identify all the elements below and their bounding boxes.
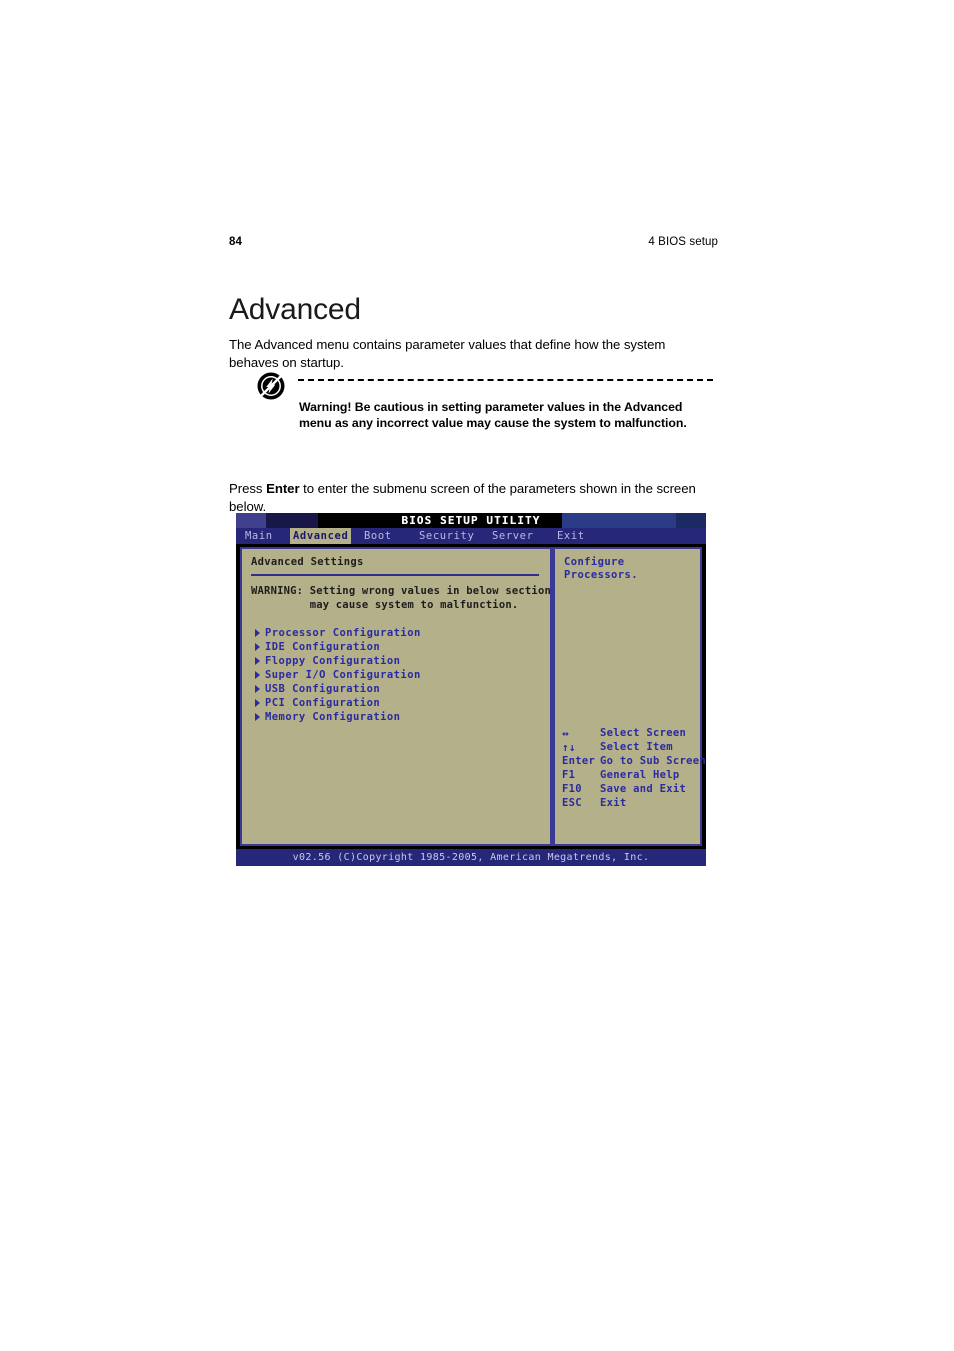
menu-item-label: Processor Configuration [265,626,421,639]
bios-warning-line-2: may cause system to malfunction. [251,598,519,611]
page-number: 84 [229,236,242,248]
press-enter-paragraph: Press Enter to enter the submenu screen … [229,480,707,515]
bios-title-bar: BIOS SETUP UTILITY [236,513,706,528]
bios-setup-screenshot: BIOS SETUP UTILITY Main Advanced Boot Se… [236,513,706,866]
menu-item-ide-configuration[interactable]: IDE Configuration [255,640,543,654]
tab-boot[interactable]: Boot [361,528,395,544]
bios-copyright-bar: v02.56 (C)Copyright 1985-2005, American … [236,849,706,866]
key-legend: ↔ Select Screen ↑↓ Select Item Enter Go … [562,726,706,810]
page-header: 84 4 BIOS setup [229,236,718,248]
key-up-down-arrows: ↑↓ [562,740,576,754]
menu-item-label: Memory Configuration [265,710,401,723]
key-f10: F10 [562,783,582,795]
section-divider [251,574,539,576]
menu-item-label: USB Configuration [265,682,381,695]
key-legend-row: Enter Go to Sub Screen [562,754,706,768]
key-enter: Enter [562,755,596,767]
key-legend-row: F1 General Help [562,768,698,782]
menu-item-label: Floppy Configuration [265,654,401,667]
bios-settings-pane: Advanced Settings WARNING: Setting wrong… [240,547,558,846]
bios-body: Advanced Settings WARNING: Setting wrong… [236,544,706,849]
menu-item-label: IDE Configuration [265,640,381,653]
chevron-right-icon [255,712,260,721]
bios-help-pane: Configure Processors. ↔ Select Screen ↑↓… [552,547,706,846]
tab-security[interactable]: Security [416,528,477,544]
tab-advanced[interactable]: Advanced [290,528,352,544]
section-heading: Advanced Settings [251,556,364,568]
bios-menu-bar: Main Advanced Boot Security Server Exit [236,528,706,544]
key-esc: ESC [562,797,582,809]
menu-item-memory-configuration[interactable]: Memory Configuration [255,710,543,724]
tab-exit[interactable]: Exit [554,528,588,544]
menu-item-label: Super I/O Configuration [265,668,421,681]
intro-paragraph: The Advanced menu contains parameter val… [229,337,666,370]
chevron-right-icon [255,642,260,651]
key-description: Select Screen [600,727,687,739]
menu-item-pci-configuration[interactable]: PCI Configuration [255,696,543,710]
menu-item-label: PCI Configuration [265,696,381,709]
menu-item-usb-configuration[interactable]: USB Configuration [255,682,543,696]
tab-main[interactable]: Main [242,528,276,544]
key-left-right-arrows: ↔ [562,726,569,740]
key-description: Exit [600,797,627,809]
chapter-label: 4 BIOS setup [648,236,718,248]
warning-text: Warning! Be cautious in setting paramete… [299,400,687,431]
chevron-right-icon [255,656,260,665]
key-description: General Help [600,769,680,781]
warning-dashed-rule [298,379,713,381]
enter-key-emphasis: Enter [266,481,300,497]
bios-panes: Advanced Settings WARNING: Setting wrong… [240,547,706,846]
chevron-right-icon [255,684,260,693]
press-enter-after: to enter the submenu screen of the param… [229,481,696,514]
key-description: Go to Sub Screen [600,755,706,767]
key-legend-row: F10 Save and Exit [562,782,698,796]
key-legend-row: ↔ Select Screen [562,726,698,740]
configuration-submenu-list: Processor Configuration IDE Configuratio… [255,626,543,724]
menu-item-processor-configuration[interactable]: Processor Configuration [255,626,543,640]
page-title: Advanced [229,293,361,327]
menu-item-super-io-configuration[interactable]: Super I/O Configuration [255,668,543,682]
chevron-right-icon [255,698,260,707]
electric-shock-warning-icon [256,371,286,401]
key-f1: F1 [562,769,576,781]
tab-server[interactable]: Server [489,528,537,544]
bios-warning-line-1: WARNING: Setting wrong values in below s… [251,584,558,597]
menu-item-floppy-configuration[interactable]: Floppy Configuration [255,654,543,668]
key-description: Save and Exit [600,783,687,795]
key-description: Select Item [600,741,673,753]
key-legend-row: ESC Exit [562,796,698,810]
press-enter-before: Press [229,481,267,497]
key-legend-row: ↑↓ Select Item [562,740,698,754]
bios-utility-title: BIOS SETUP UTILITY [401,514,541,527]
help-text: Configure Processors. [564,556,638,581]
chevron-right-icon [255,670,260,679]
chevron-right-icon [255,628,260,637]
